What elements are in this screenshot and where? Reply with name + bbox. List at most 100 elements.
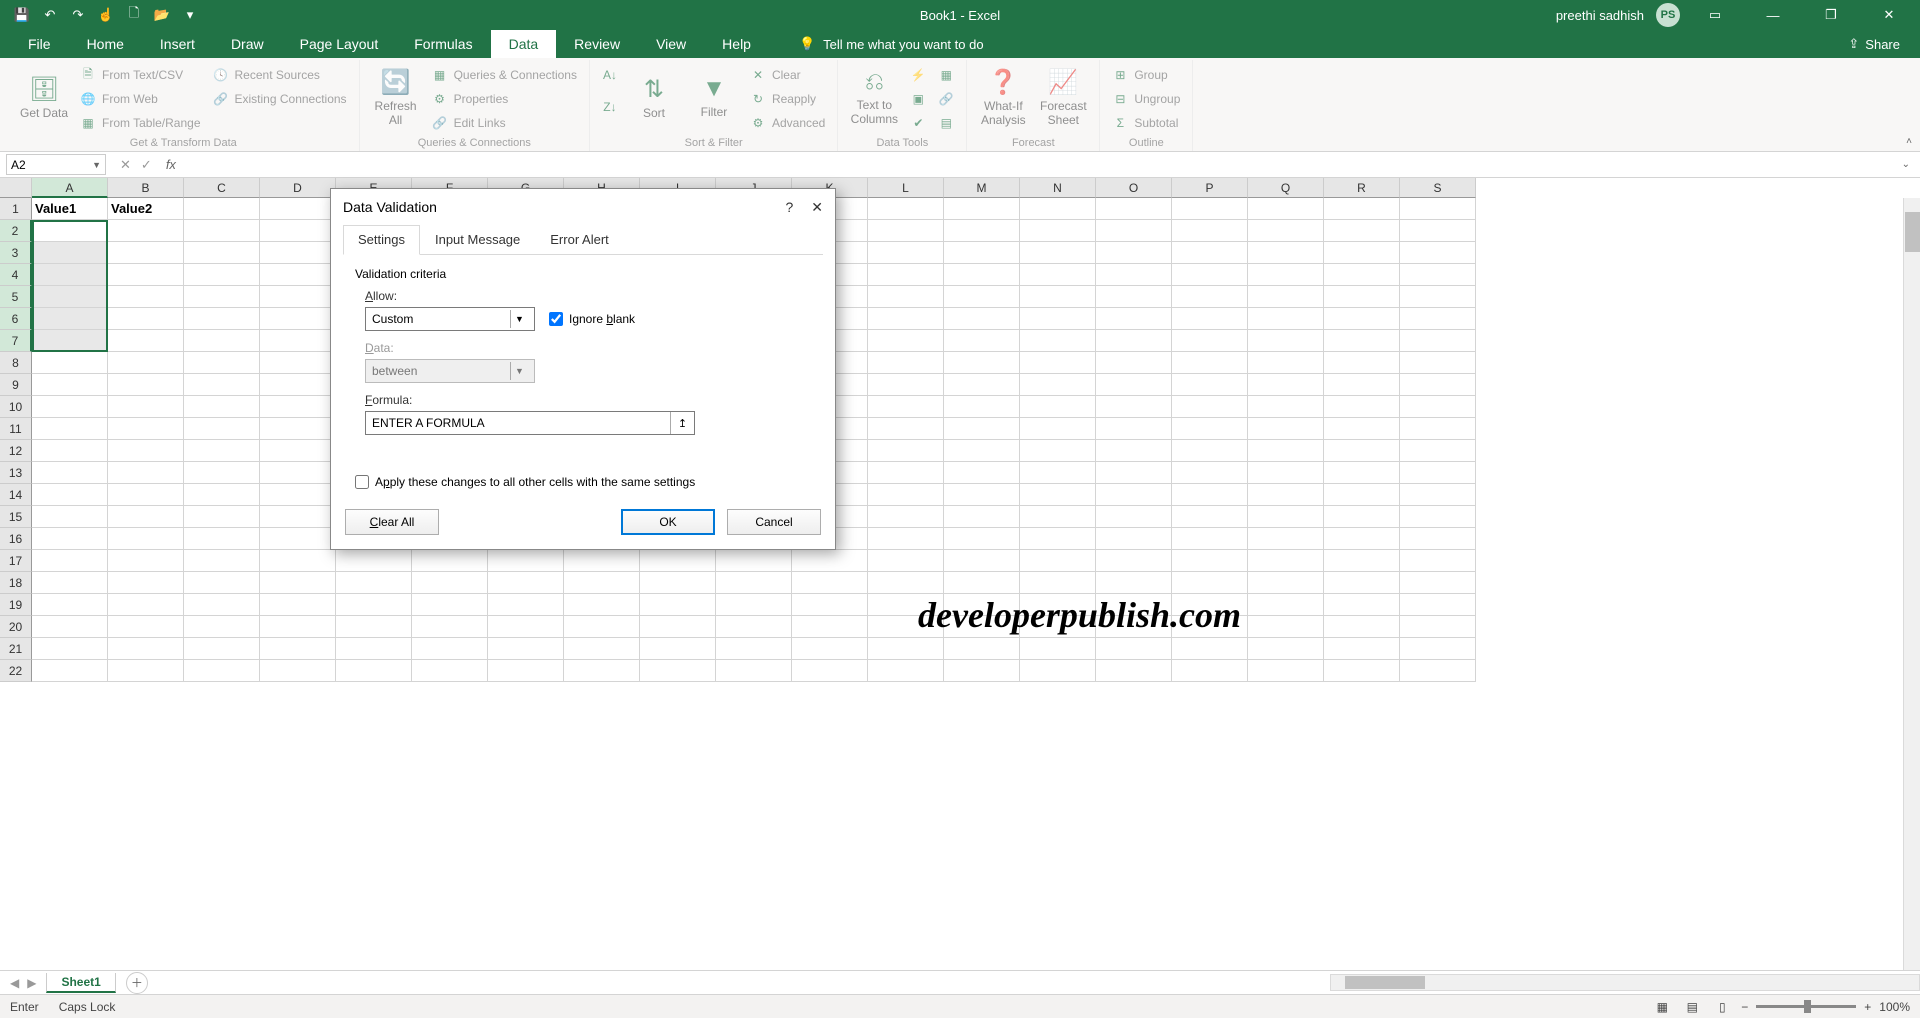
cell-L22[interactable] [868,660,944,682]
cell-J17[interactable] [716,550,792,572]
row-header-2[interactable]: 2 [0,220,32,242]
row-header-8[interactable]: 8 [0,352,32,374]
collapse-ribbon-icon[interactable]: ˄ [1906,136,1912,147]
cell-A6[interactable] [32,308,108,330]
dialog-tab-error-alert[interactable]: Error Alert [535,225,624,254]
fx-icon[interactable]: fx [166,157,186,172]
cell-L4[interactable] [868,264,944,286]
cell-Q10[interactable] [1248,396,1324,418]
zoom-handle[interactable] [1804,1000,1811,1013]
cell-G18[interactable] [488,572,564,594]
cell-S8[interactable] [1400,352,1476,374]
cell-R19[interactable] [1324,594,1400,616]
from-text-csv-button[interactable]: 🗎From Text/CSV [76,64,205,86]
cell-B5[interactable] [108,286,184,308]
cell-O22[interactable] [1096,660,1172,682]
cell-R17[interactable] [1324,550,1400,572]
cell-J22[interactable] [716,660,792,682]
formula-input[interactable] [186,154,1892,175]
cell-P8[interactable] [1172,352,1248,374]
properties-button[interactable]: ⚙Properties [428,88,581,110]
cell-O3[interactable] [1096,242,1172,264]
cell-O6[interactable] [1096,308,1172,330]
cell-S9[interactable] [1400,374,1476,396]
cell-C3[interactable] [184,242,260,264]
cell-S1[interactable] [1400,198,1476,220]
cell-N12[interactable] [1020,440,1096,462]
row-header-21[interactable]: 21 [0,638,32,660]
row-header-19[interactable]: 19 [0,594,32,616]
cell-B12[interactable] [108,440,184,462]
horizontal-scrollbar-thumb[interactable] [1345,976,1425,989]
col-header-D[interactable]: D [260,178,336,198]
cell-E18[interactable] [336,572,412,594]
cell-M5[interactable] [944,286,1020,308]
tab-formulas[interactable]: Formulas [396,30,490,58]
apply-to-all-checkbox[interactable]: Apply these changes to all other cells w… [355,475,811,489]
zoom-slider[interactable] [1756,1005,1856,1008]
cell-M15[interactable] [944,506,1020,528]
cell-S13[interactable] [1400,462,1476,484]
cell-S2[interactable] [1400,220,1476,242]
cell-S14[interactable] [1400,484,1476,506]
sort-button[interactable]: ⇅ Sort [626,62,682,132]
name-box-dropdown-icon[interactable]: ▼ [92,160,101,170]
cell-F19[interactable] [412,594,488,616]
cell-M1[interactable] [944,198,1020,220]
cell-Q20[interactable] [1248,616,1324,638]
cell-S22[interactable] [1400,660,1476,682]
cell-D8[interactable] [260,352,336,374]
cell-J20[interactable] [716,616,792,638]
col-header-A[interactable]: A [32,178,108,198]
cell-B6[interactable] [108,308,184,330]
cell-N6[interactable] [1020,308,1096,330]
cell-N14[interactable] [1020,484,1096,506]
row-header-1[interactable]: 1 [0,198,32,220]
what-if-button[interactable]: ❓ What-If Analysis [975,62,1031,132]
cell-B7[interactable] [108,330,184,352]
cell-L1[interactable] [868,198,944,220]
cell-A21[interactable] [32,638,108,660]
cell-M12[interactable] [944,440,1020,462]
cell-M13[interactable] [944,462,1020,484]
col-header-P[interactable]: P [1172,178,1248,198]
cell-B11[interactable] [108,418,184,440]
cell-P7[interactable] [1172,330,1248,352]
cell-L11[interactable] [868,418,944,440]
cell-B16[interactable] [108,528,184,550]
cell-D20[interactable] [260,616,336,638]
cell-Q7[interactable] [1248,330,1324,352]
cell-S21[interactable] [1400,638,1476,660]
cell-L14[interactable] [868,484,944,506]
cell-Q16[interactable] [1248,528,1324,550]
cell-M14[interactable] [944,484,1020,506]
cell-Q5[interactable] [1248,286,1324,308]
row-header-6[interactable]: 6 [0,308,32,330]
cell-D6[interactable] [260,308,336,330]
cell-A22[interactable] [32,660,108,682]
cell-P14[interactable] [1172,484,1248,506]
cell-M10[interactable] [944,396,1020,418]
cell-O16[interactable] [1096,528,1172,550]
cell-C6[interactable] [184,308,260,330]
dialog-titlebar[interactable]: Data Validation ? ✕ [331,189,835,225]
minimize-icon[interactable]: — [1750,0,1796,30]
cell-B2[interactable] [108,220,184,242]
cell-A8[interactable] [32,352,108,374]
cell-Q14[interactable] [1248,484,1324,506]
queries-connections-button[interactable]: ▦Queries & Connections [428,64,581,86]
cell-R21[interactable] [1324,638,1400,660]
cell-O13[interactable] [1096,462,1172,484]
forecast-sheet-button[interactable]: 📈 Forecast Sheet [1035,62,1091,132]
cell-A5[interactable] [32,286,108,308]
cell-M6[interactable] [944,308,1020,330]
row-header-20[interactable]: 20 [0,616,32,638]
cell-A11[interactable] [32,418,108,440]
cell-E22[interactable] [336,660,412,682]
cell-S18[interactable] [1400,572,1476,594]
cell-M9[interactable] [944,374,1020,396]
cell-K21[interactable] [792,638,868,660]
ribbon-display-icon[interactable]: ▭ [1692,0,1738,30]
row-header-17[interactable]: 17 [0,550,32,572]
cell-Q12[interactable] [1248,440,1324,462]
